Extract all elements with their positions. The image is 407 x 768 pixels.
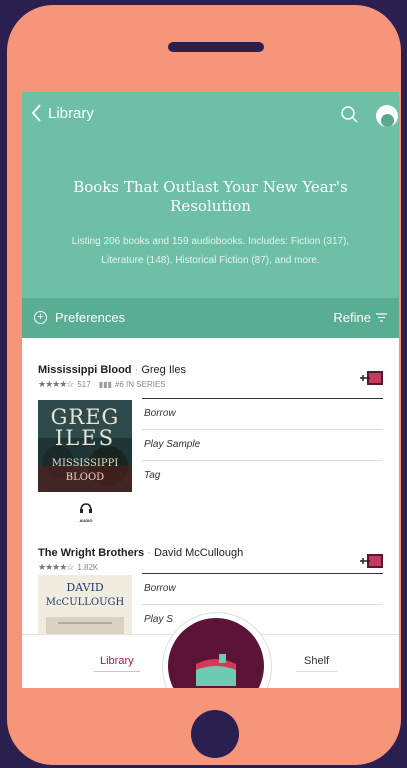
filter-bar: + Preferences Refine bbox=[22, 298, 399, 338]
book-actions: Borrow Play Sample Tag bbox=[142, 398, 383, 491]
cover-art: DAVID McCULLOUGH bbox=[38, 575, 132, 635]
book-meta: ★★★★☆ 517 ▮▮▮ #6 IN SERIES bbox=[38, 379, 388, 390]
refine-label: Refine bbox=[333, 310, 371, 325]
search-button[interactable] bbox=[340, 105, 360, 130]
rating-count: 1.82K bbox=[77, 563, 99, 572]
app-screen: Library Books That Outlast Your New Year… bbox=[22, 92, 399, 688]
book-author[interactable]: David McCullough bbox=[154, 547, 243, 559]
book-heading: The Wright Brothers · David McCullough bbox=[38, 547, 388, 559]
cover-author-line2: McCULLOUGH bbox=[46, 597, 125, 608]
borrow-badge-icon[interactable] bbox=[360, 553, 384, 569]
borrow-button[interactable]: Borrow bbox=[142, 573, 383, 604]
preferences-label: Preferences bbox=[55, 310, 126, 325]
refine-button[interactable]: Refine bbox=[333, 310, 387, 325]
format-label: AUDIO bbox=[79, 518, 93, 523]
book-title[interactable]: Mississippi Blood bbox=[38, 364, 132, 376]
top-bar: Library bbox=[22, 92, 399, 136]
avatar-figure bbox=[381, 114, 394, 127]
back-button[interactable]: Library bbox=[32, 104, 94, 122]
cover-title-line1: MISSISSIPPI bbox=[52, 458, 119, 469]
rating-stars: ★★★★☆ bbox=[38, 562, 74, 572]
list-description: Listing 206 books and 159 audiobooks. In… bbox=[71, 236, 350, 266]
avatar-icon[interactable] bbox=[376, 105, 398, 127]
book-cover[interactable]: DAVID McCULLOUGH bbox=[38, 575, 132, 635]
borrow-button[interactable]: Borrow bbox=[142, 398, 383, 429]
book-author[interactable]: Greg Iles bbox=[141, 364, 186, 376]
rating-stars: ★★★★☆ bbox=[38, 379, 74, 389]
back-label: Library bbox=[48, 104, 94, 122]
play-sample-button[interactable]: Play Sample bbox=[142, 429, 383, 460]
list-title: Books That Outlast Your New Year's Resol… bbox=[73, 178, 348, 215]
list-item: Mississippi Blood · Greg Iles ★★★★☆ 517 … bbox=[38, 364, 388, 523]
filter-icon bbox=[376, 313, 387, 322]
phone-speaker bbox=[168, 42, 264, 52]
plus-circle-icon: + bbox=[34, 311, 47, 324]
book-cover[interactable]: GREG ILES MISSISSIPPI BLOOD bbox=[38, 400, 132, 492]
chevron-left-icon bbox=[32, 104, 41, 122]
tab-shelf[interactable]: Shelf bbox=[296, 655, 338, 672]
book-actions: Borrow Play S bbox=[142, 573, 383, 635]
cover-title-line2: BLOOD bbox=[66, 472, 104, 483]
borrow-badge-icon[interactable] bbox=[360, 370, 384, 386]
book-title[interactable]: The Wright Brothers bbox=[38, 547, 144, 559]
rating-count: 517 bbox=[77, 380, 91, 389]
cover-author-line2: ILES bbox=[55, 426, 115, 450]
preferences-button[interactable]: + Preferences bbox=[34, 310, 125, 325]
headphones-icon bbox=[80, 503, 92, 513]
search-icon bbox=[341, 106, 358, 123]
separator: · bbox=[147, 547, 154, 559]
book-icon bbox=[196, 654, 236, 686]
book-heading: Mississippi Blood · Greg Iles bbox=[38, 364, 388, 376]
list-header: Library Books That Outlast Your New Year… bbox=[22, 92, 399, 298]
series-label: #6 IN SERIES bbox=[114, 380, 166, 389]
cover-author-line1: DAVID bbox=[66, 581, 104, 594]
book-meta: ★★★★☆ 1.82K bbox=[38, 562, 388, 573]
tag-button[interactable]: Tag bbox=[142, 460, 383, 491]
phone-home-button[interactable] bbox=[191, 710, 239, 758]
format-indicator: AUDIO bbox=[78, 500, 94, 523]
cover-art: GREG ILES MISSISSIPPI BLOOD bbox=[38, 400, 132, 492]
series-icon: ▮▮▮ bbox=[98, 380, 112, 389]
list-item: The Wright Brothers · David McCullough ★… bbox=[38, 547, 388, 635]
tab-library[interactable]: Library bbox=[94, 655, 140, 672]
